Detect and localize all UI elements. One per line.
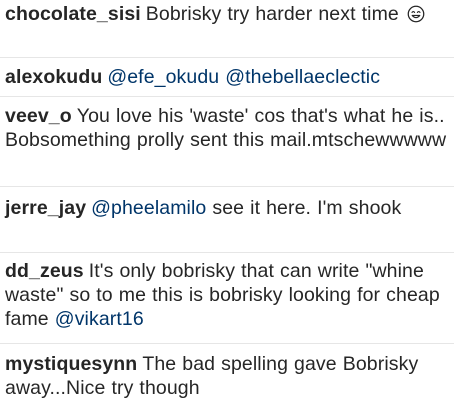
comment-mention[interactable]: @vikart16 [55, 308, 144, 330]
comment-divider [0, 96, 454, 97]
comment-username[interactable]: chocolate_sisi [5, 3, 141, 25]
comment-text: see it here. I'm shook [212, 197, 402, 219]
comment-username[interactable]: mystiquesynn [5, 353, 137, 375]
comment-divider [0, 57, 454, 58]
comment-mention[interactable]: @thebellaeclectic [225, 66, 380, 88]
comment-item: veev_o You love his 'waste' cos that's wh… [5, 104, 451, 152]
comment-mention[interactable]: @efe_okudu [107, 66, 219, 88]
smiling-face-emoji-icon [407, 5, 425, 23]
comment-item: alexokudu @efe_okudu @thebellaeclectic [5, 65, 451, 89]
comment-item: dd_zeus It's only bobrisky that can write… [5, 259, 451, 331]
comment-text: Bobrisky try harder next time [145, 3, 399, 25]
comment-username[interactable]: veev_o [5, 105, 72, 127]
comment-divider [0, 186, 454, 187]
comment-username[interactable]: dd_zeus [5, 260, 84, 282]
comment-divider [0, 343, 454, 344]
comment-item: mystiquesynn The bad spelling gave Bobris… [5, 352, 451, 400]
comment-username[interactable]: jerre_jay [5, 197, 86, 219]
comment-username[interactable]: alexokudu [5, 66, 102, 88]
comment-mention[interactable]: @pheelamilo [91, 197, 206, 219]
comment-divider [0, 252, 454, 253]
comment-item: chocolate_sisi Bobrisky try harder next t… [5, 2, 451, 26]
comment-item: jerre_jay @pheelamilo see it here. I'm sh… [5, 196, 451, 220]
